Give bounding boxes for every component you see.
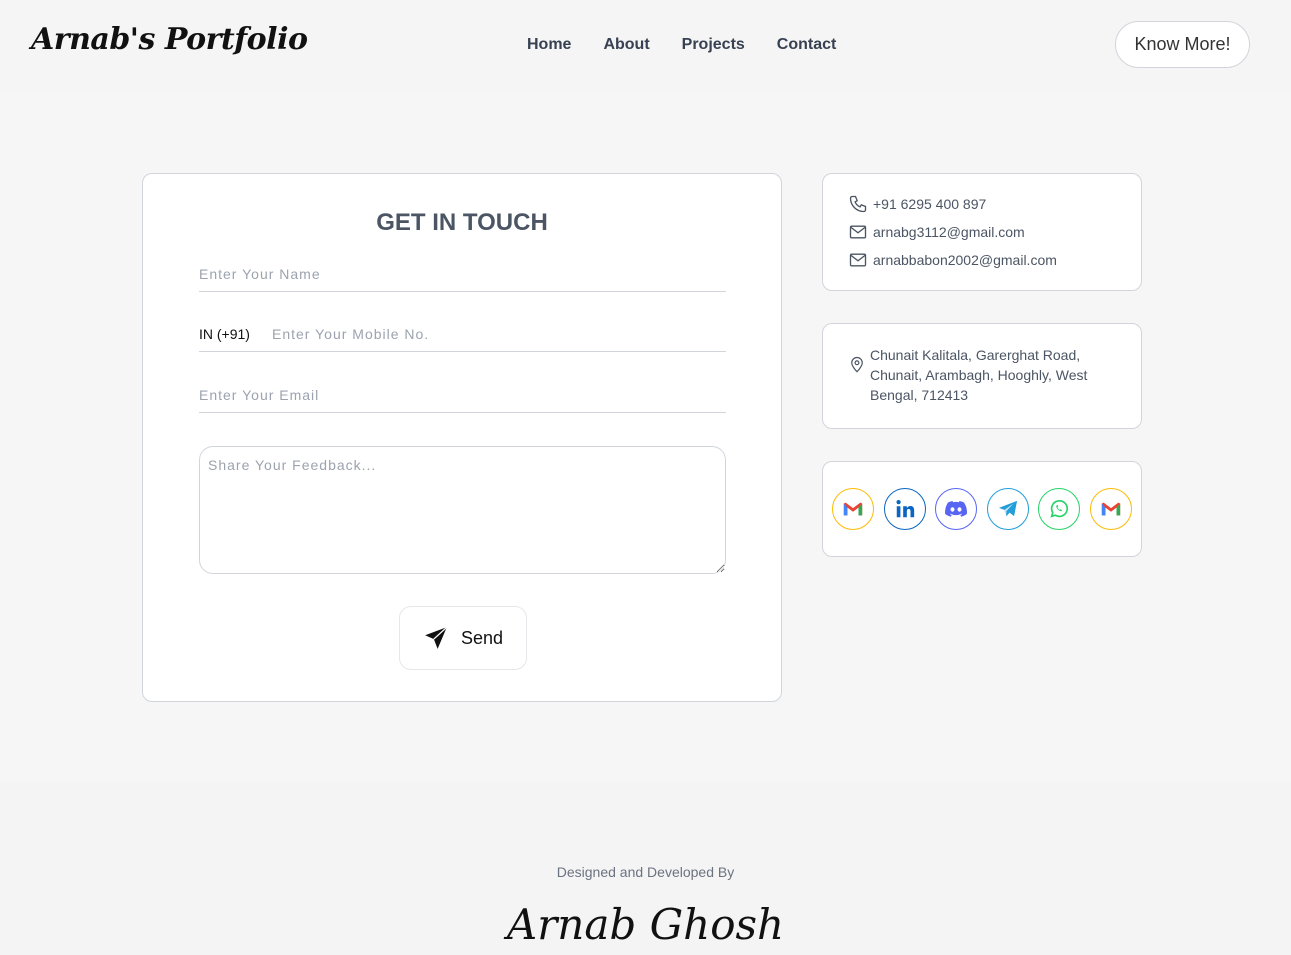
send-button[interactable]: Send (399, 606, 527, 670)
email-line-2[interactable]: arnabbabon2002@gmail.com (848, 250, 1057, 270)
nav-home[interactable]: Home (527, 36, 571, 54)
email-line-1[interactable]: arnabg3112@gmail.com (848, 222, 1025, 242)
footer-caption: Designed and Developed By (556, 864, 735, 880)
discord-link[interactable] (935, 488, 977, 530)
send-icon (425, 626, 448, 649)
address-card: Chunait Kalitala, Garerghat Road, Chunai… (822, 323, 1142, 429)
phone-line[interactable]: +91 6295 400 897 (848, 194, 986, 214)
gmail-link[interactable] (832, 488, 874, 530)
email-field-wrapper (199, 377, 726, 413)
email-input[interactable] (199, 377, 726, 412)
name-input[interactable] (199, 256, 726, 291)
gmail-icon (843, 502, 863, 516)
know-more-button[interactable]: Know More! (1115, 21, 1250, 68)
discord-icon (945, 501, 967, 517)
address-text: Chunait Kalitala, Garerghat Road, Chunai… (870, 347, 1088, 403)
contact-form-card: GET IN TOUCH IN (+91) Send (142, 173, 782, 702)
main-nav: Home About Projects Contact (527, 36, 868, 54)
site-header: Arnab's Portfolio Home About Projects Co… (0, 0, 1291, 92)
send-label: Send (460, 627, 504, 648)
feedback-textarea[interactable] (199, 446, 726, 574)
mail-icon (849, 253, 867, 267)
phone-icon (849, 195, 867, 213)
telegram-icon (998, 500, 1017, 517)
mobile-input[interactable] (272, 316, 726, 351)
phone-text: +91 6295 400 897 (873, 196, 987, 212)
location-pin-icon (851, 356, 863, 373)
address-block: Chunait Kalitala, Garerghat Road, Chunai… (848, 345, 1110, 405)
linkedin-link[interactable] (883, 488, 926, 530)
email-text-2: arnabbabon2002@gmail.com (873, 252, 1057, 268)
social-links (832, 488, 1141, 530)
site-logo[interactable]: Arnab's Portfolio (31, 22, 308, 57)
mail-icon (849, 225, 867, 239)
mobile-field-wrapper (272, 316, 726, 352)
nav-contact[interactable]: Contact (777, 36, 837, 54)
contact-info-card: +91 6295 400 897 arnabg3112@gmail.com ar… (822, 173, 1142, 291)
email-text-1: arnabg3112@gmail.com (873, 224, 1025, 240)
socials-card (822, 461, 1142, 557)
phone-row: IN (+91) (199, 316, 726, 352)
form-title: GET IN TOUCH (376, 209, 548, 236)
telegram-link[interactable] (986, 488, 1029, 530)
gmail-icon (1101, 502, 1120, 516)
site-footer: Designed and Developed By Arnab Ghosh (0, 782, 1291, 955)
name-field-wrapper (199, 256, 726, 292)
whatsapp-link[interactable] (1038, 488, 1080, 530)
footer-signature: Arnab Ghosh (506, 900, 785, 949)
nav-about[interactable]: About (603, 36, 649, 54)
country-code-select[interactable]: IN (+91) (199, 316, 272, 352)
gmail-link-2[interactable] (1089, 488, 1132, 530)
whatsapp-icon (1050, 500, 1068, 518)
linkedin-icon (895, 500, 914, 518)
nav-projects[interactable]: Projects (682, 36, 745, 54)
